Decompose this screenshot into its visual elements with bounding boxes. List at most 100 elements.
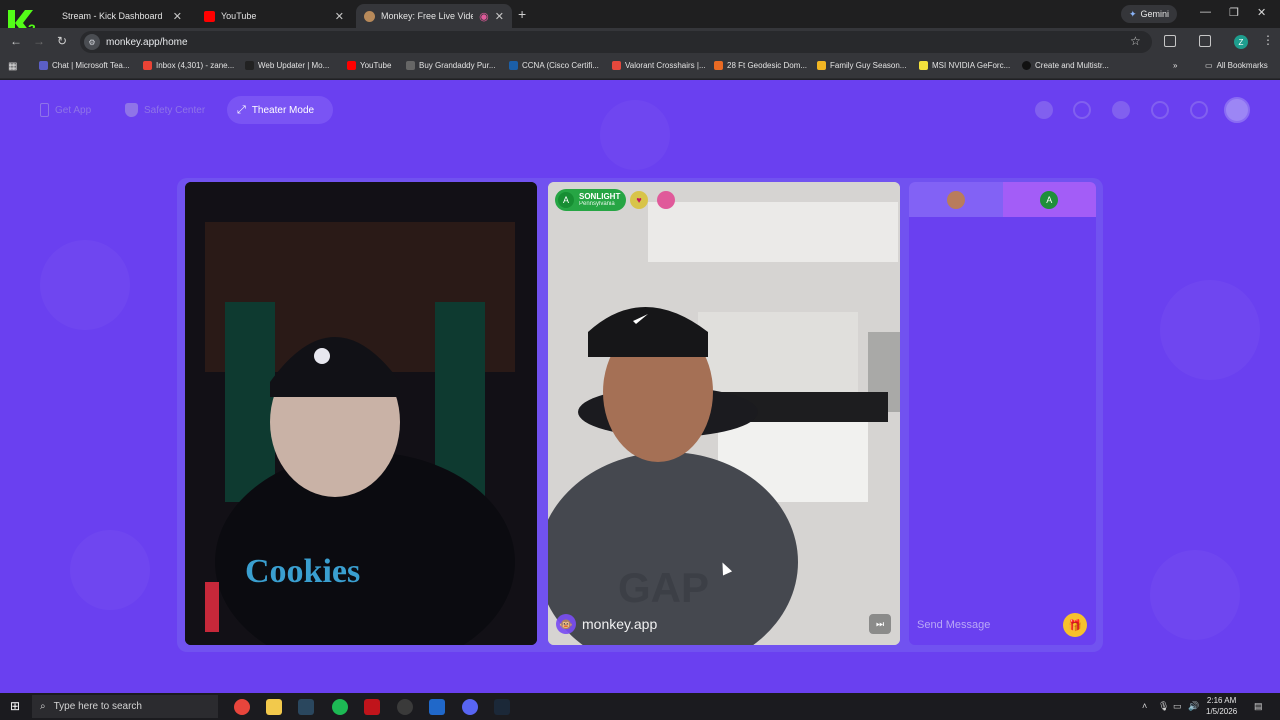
chat-tabs: A [909, 182, 1096, 217]
tab-label: Stream - Kick Dashboard [62, 11, 163, 21]
svg-text:Cookies: Cookies [245, 553, 360, 590]
volume-icon[interactable]: 🔊 [1188, 701, 1199, 712]
bookmark-item[interactable]: Inbox (4,301) - zane... [143, 61, 234, 70]
chrome-icon[interactable] [234, 699, 250, 715]
gemini-icon: ✦ [1129, 8, 1137, 19]
tray-chevron-icon[interactable]: ˄ [1142, 701, 1147, 711]
remote-user-badge[interactable]: A SONLIGHT Pennsylvania [555, 189, 627, 211]
app-icon[interactable] [429, 699, 445, 715]
history-icon[interactable] [1151, 101, 1169, 119]
shield-icon [125, 103, 138, 117]
bookmark-item[interactable]: Web Updater | Mo... [245, 61, 329, 70]
bookmark-label: Buy Grandaddy Pur... [419, 61, 496, 70]
taskbar-clock[interactable]: 2:16 AM 1/5/2026 [1206, 695, 1237, 717]
gift-icon[interactable]: 🎁 [1063, 613, 1087, 637]
local-video: Cookies [185, 182, 537, 645]
get-app-button[interactable]: Get App [30, 96, 101, 124]
badge-icon [657, 191, 675, 209]
taskbar-search[interactable]: ⌕ Type here to search [32, 695, 218, 718]
address-bar[interactable]: ⚙ monkey.app/home [80, 31, 1152, 53]
chat-panel [909, 182, 1096, 645]
bookmark-item[interactable]: YouTube [347, 61, 391, 70]
bookmark-item[interactable]: Valorant Crosshairs |... [612, 61, 706, 70]
bookmark-favicon-icon [817, 61, 826, 70]
bookmark-favicon-icon [919, 61, 928, 70]
svg-text:GAP: GAP [618, 564, 709, 611]
bookmark-item[interactable]: Buy Grandaddy Pur... [406, 61, 496, 70]
microphone-icon[interactable]: 🎙 [1158, 701, 1169, 712]
get-app-label: Get App [55, 104, 92, 116]
notifications-icon[interactable]: ▤ [1254, 701, 1263, 712]
restream-icon [1022, 61, 1031, 70]
shop-icon[interactable] [1035, 101, 1053, 119]
apps-grid-icon[interactable]: ▦ [8, 61, 17, 72]
skip-icon[interactable]: ⏭ [869, 614, 891, 634]
profile-avatar[interactable]: Z [1234, 35, 1248, 49]
menu-dots-icon[interactable]: ⋮ [1262, 33, 1274, 47]
restore-button[interactable]: ❐ [1229, 6, 1239, 19]
gemini-button[interactable]: ✦ Gemini [1121, 5, 1178, 23]
bookmark-label: MSI NVIDIA GeForc... [932, 61, 1011, 70]
browser-tab-strip [0, 0, 1280, 28]
more-bookmarks-icon[interactable]: » [1173, 61, 1177, 70]
steam-icon[interactable] [298, 699, 314, 715]
side-panel-icon[interactable] [1199, 35, 1211, 47]
windows-start-icon[interactable]: ⊞ [10, 699, 20, 713]
youtube-icon [347, 61, 356, 70]
bookmark-item[interactable]: 28 Ft Geodesic Dom... [714, 61, 807, 70]
monkey-logo-icon: 🐵 [556, 614, 576, 634]
discord-icon[interactable] [462, 699, 478, 715]
bookmark-item[interactable]: MSI NVIDIA GeForc... [919, 61, 1010, 70]
tab-label: YouTube [221, 11, 257, 21]
monkey-icon [364, 10, 375, 22]
window-close-button[interactable]: ✕ [1257, 6, 1266, 19]
watermark-text: monkey.app [582, 616, 658, 632]
bookmark-item[interactable]: Family Guy Season... [817, 61, 906, 70]
youtube-icon [204, 10, 215, 22]
heart-icon[interactable]: ♥ [630, 191, 648, 209]
tab-kick[interactable]: Stream - Kick Dashboard ✕ [40, 4, 190, 28]
messages-icon[interactable] [1190, 101, 1208, 119]
search-icon[interactable] [1073, 101, 1091, 119]
steam-icon[interactable] [494, 699, 510, 715]
close-icon[interactable]: ✕ [335, 10, 344, 23]
phone-icon [40, 103, 49, 117]
folder-icon: ▭ [1205, 61, 1213, 70]
close-icon[interactable]: ✕ [495, 10, 504, 23]
recording-icon: ◉ [479, 10, 489, 23]
reload-button[interactable]: ↻ [57, 34, 67, 48]
cisco-icon [509, 61, 518, 70]
user-avatar[interactable] [1224, 97, 1250, 123]
extensions-icon[interactable] [1164, 35, 1176, 47]
site-info-icon[interactable]: ⚙ [84, 34, 100, 50]
taskbar-search-text: Type here to search [53, 701, 142, 712]
bookmark-item[interactable]: Create and Multistr... [1022, 61, 1109, 70]
bookmark-item[interactable]: Chat | Microsoft Tea... [39, 61, 130, 70]
bookmark-item[interactable]: CCNA (Cisco Certifi... [509, 61, 599, 70]
safety-center-button[interactable]: Safety Center [115, 96, 215, 124]
tab-monkey[interactable]: Monkey: Free Live Video Ch ◉ ✕ [356, 4, 512, 28]
network-icon[interactable]: ▭ [1173, 701, 1182, 712]
chat-tab-partner[interactable] [909, 182, 1003, 217]
chat-tab-remote[interactable]: A [1002, 182, 1096, 217]
tab-youtube[interactable]: YouTube ✕ [196, 4, 352, 28]
send-message-input[interactable] [917, 610, 1063, 640]
bookmark-label: Inbox (4,301) - zane... [156, 61, 235, 70]
bookmark-label: Web Updater | Mo... [258, 61, 330, 70]
forward-button[interactable]: → [33, 34, 45, 48]
back-button[interactable]: ← [10, 34, 22, 48]
friends-icon[interactable] [1112, 101, 1130, 119]
close-icon[interactable]: ✕ [173, 10, 182, 23]
theater-mode-button[interactable]: ⤢ Theater Mode [227, 96, 333, 124]
file-explorer-icon[interactable] [266, 699, 282, 715]
bookmark-favicon-icon [39, 61, 48, 70]
partner-avatar [946, 190, 965, 209]
all-bookmarks[interactable]: ▭ All Bookmarks [1205, 61, 1268, 70]
minimize-button[interactable]: — [1200, 6, 1211, 18]
new-tab-button[interactable]: + [518, 6, 526, 22]
bookmark-label: Valorant Crosshairs |... [625, 61, 706, 70]
spotify-icon[interactable] [332, 699, 348, 715]
obs-icon[interactable] [397, 699, 413, 715]
bookmark-star-icon[interactable]: ☆ [1130, 34, 1141, 48]
app-icon[interactable] [364, 699, 380, 715]
